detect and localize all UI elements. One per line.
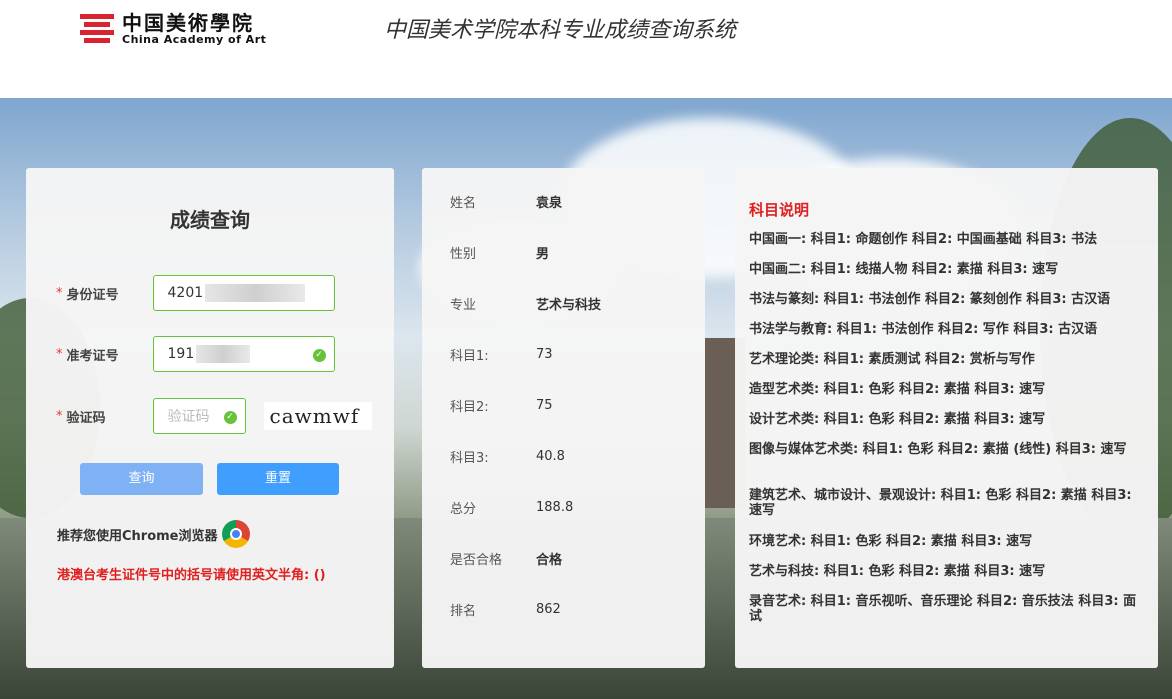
result-key: 姓名	[450, 195, 477, 211]
result-row: 排名 862	[450, 599, 690, 619]
chrome-icon	[221, 520, 250, 548]
subject-note: 造型艺术类: 科目1: 色彩 科目2: 素描 科目3: 速写	[749, 382, 1046, 397]
result-key: 排名	[450, 603, 477, 619]
id-number-label: 身份证号	[66, 287, 119, 303]
form-title: 成绩查询	[170, 208, 250, 232]
valid-check-icon: ✓	[312, 349, 326, 362]
subject-note: 书法与篆刻: 科目1: 书法创作 科目2: 篆刻创作 科目3: 古汉语	[749, 292, 1111, 307]
result-row: 姓名 袁泉	[450, 191, 690, 211]
query-form-panel: 成绩查询 * 身份证号 4201 * 准考证号 191 ✓ * 验证码 验证码 …	[26, 168, 394, 668]
required-asterisk: *	[56, 408, 63, 424]
subject-note: 艺术理论类: 科目1: 素质测试 科目2: 赏析与写作	[749, 352, 1035, 367]
logo-chinese-text: 中国美術學院	[122, 11, 254, 35]
result-row: 是否合格 合格	[450, 548, 690, 568]
id-number-input[interactable]: 4201	[152, 275, 335, 311]
reset-button[interactable]: 重置	[217, 463, 339, 495]
result-key: 是否合格	[450, 552, 503, 568]
result-row: 科目2: 75	[450, 395, 690, 415]
result-row: 科目3: 40.8	[450, 446, 690, 466]
logo-mark-icon	[80, 12, 114, 46]
result-row: 科目1: 73	[450, 344, 690, 364]
academy-logo[interactable]: 中国美術學院 China Academy of Art	[80, 12, 266, 46]
exam-number-row: * 准考证号 191 ✓	[56, 336, 335, 372]
subject-note: 艺术与科技: 科目1: 色彩 科目2: 素描 科目3: 速写	[749, 564, 1046, 579]
required-asterisk: *	[56, 285, 63, 301]
valid-check-icon: ✓	[223, 411, 237, 424]
result-row: 总分 188.8	[450, 497, 690, 517]
id-number-mask	[205, 284, 306, 302]
captcha-image[interactable]: cawmwf	[263, 402, 372, 430]
hk-notice: 港澳台考生证件号中的括号请使用英文半角: ()	[57, 568, 326, 583]
subject-note: 中国画二: 科目1: 线描人物 科目2: 素描 科目3: 速写	[749, 262, 1059, 277]
result-value: 合格	[536, 552, 563, 568]
subject-note: 环境艺术: 科目1: 色彩 科目2: 素描 科目3: 速写	[749, 534, 1033, 549]
result-value: 188.8	[536, 499, 574, 515]
exam-number-input[interactable]: 191 ✓	[152, 336, 335, 372]
result-key: 总分	[450, 501, 477, 517]
notes-title: 科目说明	[749, 201, 810, 219]
required-asterisk: *	[56, 346, 63, 362]
subject-notes-panel: 科目说明 中国画一: 科目1: 命题创作 科目2: 中国画基础 科目3: 书法中…	[735, 168, 1158, 668]
captcha-label: 验证码	[66, 410, 106, 426]
subject-note: 设计艺术类: 科目1: 色彩 科目2: 素描 科目3: 速写	[749, 412, 1046, 427]
exam-number-value: 191	[167, 346, 195, 362]
browser-recommendation: 推荐您使用Chrome浏览器	[57, 520, 250, 548]
captcha-input[interactable]: 验证码 ✓	[152, 398, 246, 434]
exam-number-label: 准考证号	[66, 348, 119, 364]
result-key: 科目2:	[450, 399, 489, 415]
subject-note: 书法学与教育: 科目1: 书法创作 科目2: 写作 科目3: 古汉语	[749, 322, 1098, 337]
captcha-text: cawmwf	[269, 404, 360, 428]
subject-note: 建筑艺术、城市设计、景观设计: 科目1: 色彩 科目2: 素描 科目3: 速写	[749, 488, 1132, 518]
result-value: 艺术与科技	[536, 297, 602, 313]
site-header: 中国美術學院 China Academy of Art 中国美术学院本科专业成绩…	[0, 0, 1172, 98]
id-number-row: * 身份证号 4201	[56, 275, 335, 311]
query-button[interactable]: 查询	[80, 463, 203, 495]
result-value: 袁泉	[536, 195, 563, 211]
result-key: 专业	[450, 297, 477, 313]
result-value: 男	[536, 246, 550, 262]
result-key: 科目1:	[450, 348, 489, 364]
browser-tip-text: 推荐您使用Chrome浏览器	[57, 528, 218, 544]
result-value: 73	[536, 346, 553, 362]
subject-note: 中国画一: 科目1: 命题创作 科目2: 中国画基础 科目3: 书法	[749, 232, 1098, 247]
result-key: 性别	[450, 246, 477, 262]
exam-number-mask	[196, 345, 251, 363]
result-panel: 姓名 袁泉性别 男专业 艺术与科技科目1: 73 科目2: 75 科目3: 40.8 总分 188.…	[422, 168, 705, 668]
captcha-placeholder: 验证码	[167, 409, 210, 425]
result-row: 性别 男	[450, 242, 690, 262]
result-value: 40.8	[536, 448, 565, 464]
subject-note: 图像与媒体艺术类: 科目1: 色彩 科目2: 素描 (线性) 科目3: 速写	[749, 442, 1127, 457]
id-number-value: 4201	[167, 285, 204, 301]
logo-english-text: China Academy of Art	[122, 33, 267, 46]
system-title: 中国美术学院本科专业成绩查询系统	[384, 18, 737, 43]
result-value: 75	[536, 397, 553, 413]
result-row: 专业 艺术与科技	[450, 293, 690, 313]
subject-note: 录音艺术: 科目1: 音乐视听、音乐理论 科目2: 音乐技法 科目3: 面试	[749, 594, 1137, 624]
captcha-row: * 验证码 验证码 ✓ cawmwf	[56, 398, 372, 434]
result-key: 科目3:	[450, 450, 489, 466]
result-value: 862	[536, 601, 561, 617]
